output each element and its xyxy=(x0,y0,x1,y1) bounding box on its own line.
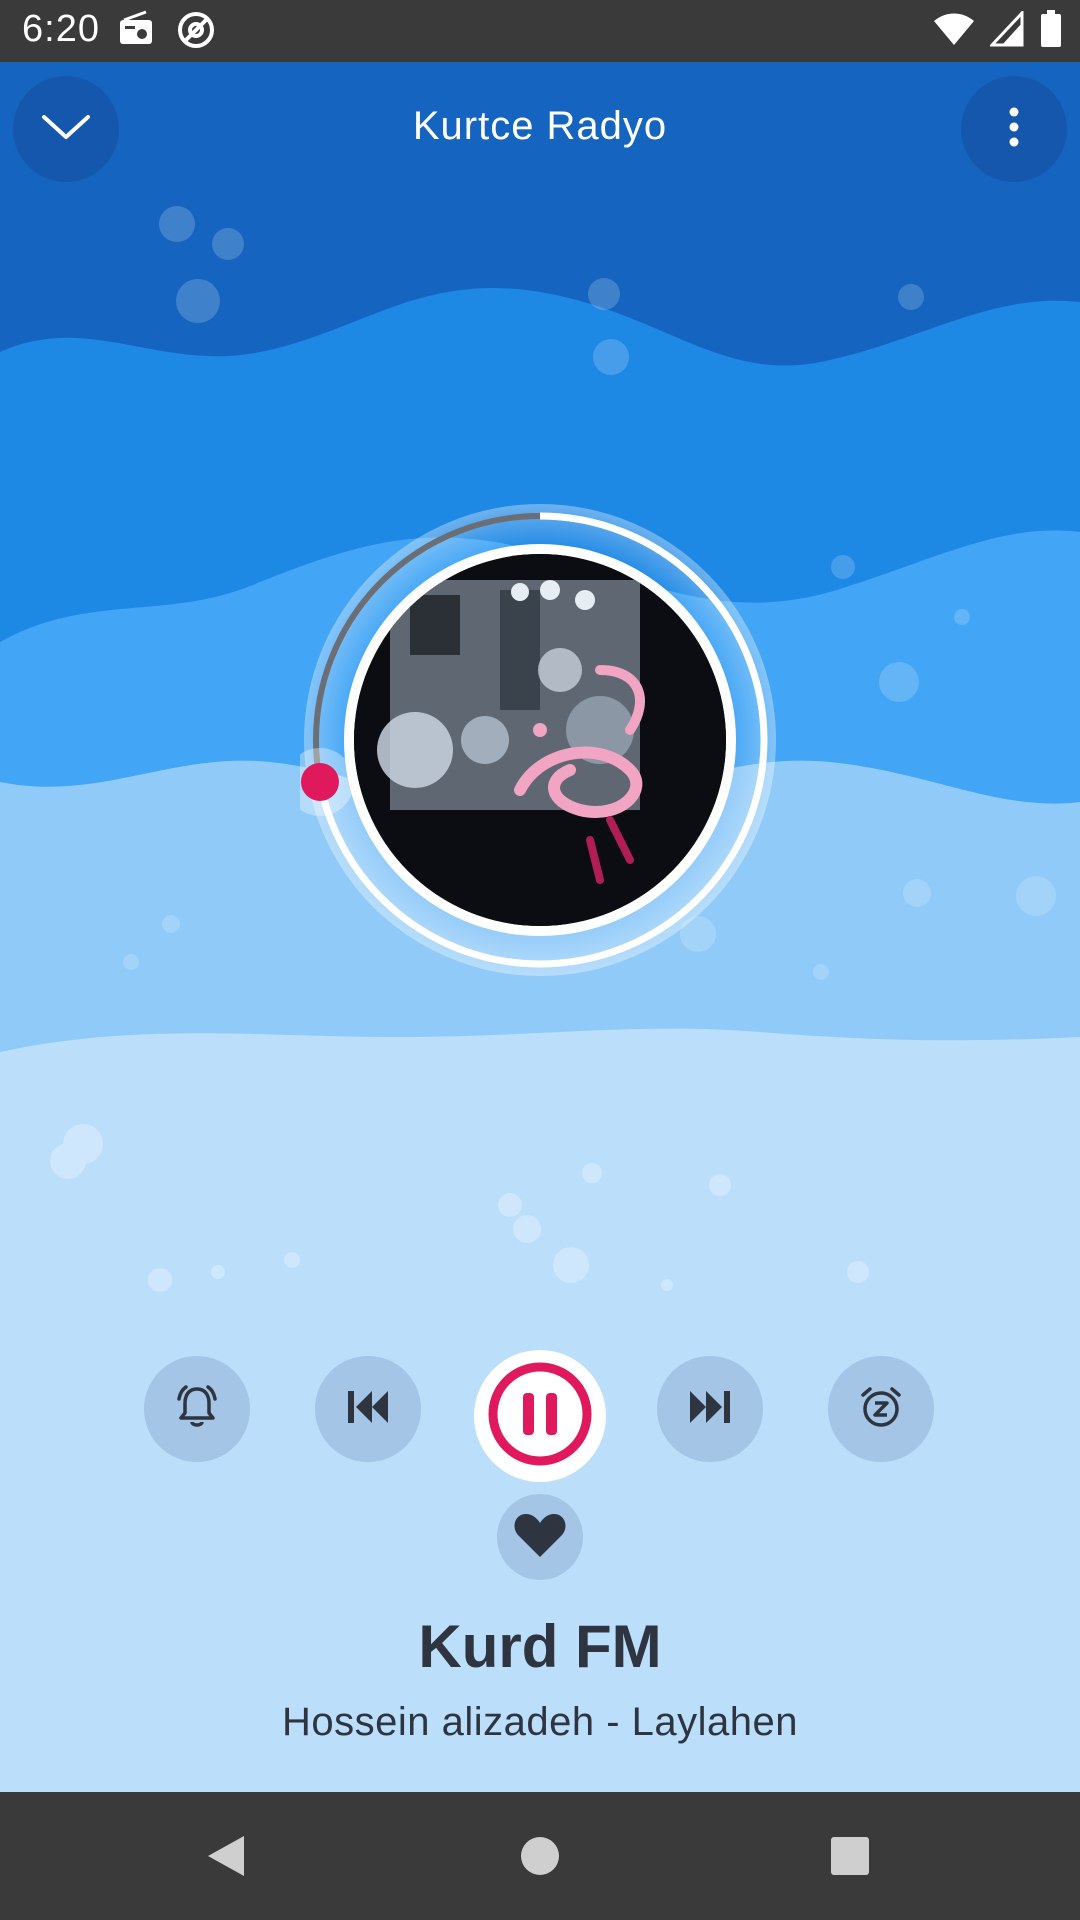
progress-thumb[interactable] xyxy=(300,762,339,801)
next-button[interactable] xyxy=(657,1356,763,1462)
heart-icon xyxy=(513,1511,567,1564)
more-vert-icon xyxy=(1008,107,1020,152)
player-screen: 6:20 Kurtce Radyo Kurd FM Hossein alizad… xyxy=(0,0,1080,1920)
album-art xyxy=(354,554,726,926)
pause-icon xyxy=(485,1359,595,1474)
more-options-button[interactable] xyxy=(961,76,1067,182)
radio-icon xyxy=(118,10,154,55)
app-bar: Kurtce Radyo xyxy=(0,62,1080,198)
artwork-progress xyxy=(300,500,780,980)
playback-controls xyxy=(0,1350,1080,1482)
nav-recents-button[interactable] xyxy=(820,1828,880,1888)
play-pause-button[interactable] xyxy=(474,1350,606,1482)
battery-icon xyxy=(1040,10,1062,53)
alarm-button[interactable] xyxy=(144,1356,250,1462)
previous-button[interactable] xyxy=(315,1356,421,1462)
sleep-timer-icon xyxy=(857,1383,905,1436)
recents-square-icon xyxy=(830,1836,870,1881)
alarm-bell-icon xyxy=(173,1383,221,1436)
back-triangle-icon xyxy=(204,1832,248,1885)
home-circle-icon xyxy=(519,1835,561,1882)
station-name: Kurd FM xyxy=(418,1613,662,1680)
at-icon xyxy=(176,10,216,55)
skip-previous-icon xyxy=(344,1387,392,1432)
sleep-timer-button[interactable] xyxy=(828,1356,934,1462)
track-title: Hossein alizadeh - Laylahen xyxy=(281,1700,799,1744)
cell-signal-icon xyxy=(988,9,1024,52)
favorite-button[interactable] xyxy=(497,1494,583,1580)
nav-home-button[interactable] xyxy=(510,1828,570,1888)
page-title: Kurtce Radyo xyxy=(412,104,668,148)
system-nav-bar xyxy=(0,1792,1080,1920)
nav-back-button[interactable] xyxy=(196,1828,256,1888)
status-time: 6:20 xyxy=(22,8,100,50)
skip-next-icon xyxy=(686,1387,734,1432)
wifi-icon xyxy=(934,11,974,52)
status-bar: 6:20 xyxy=(0,0,1080,62)
